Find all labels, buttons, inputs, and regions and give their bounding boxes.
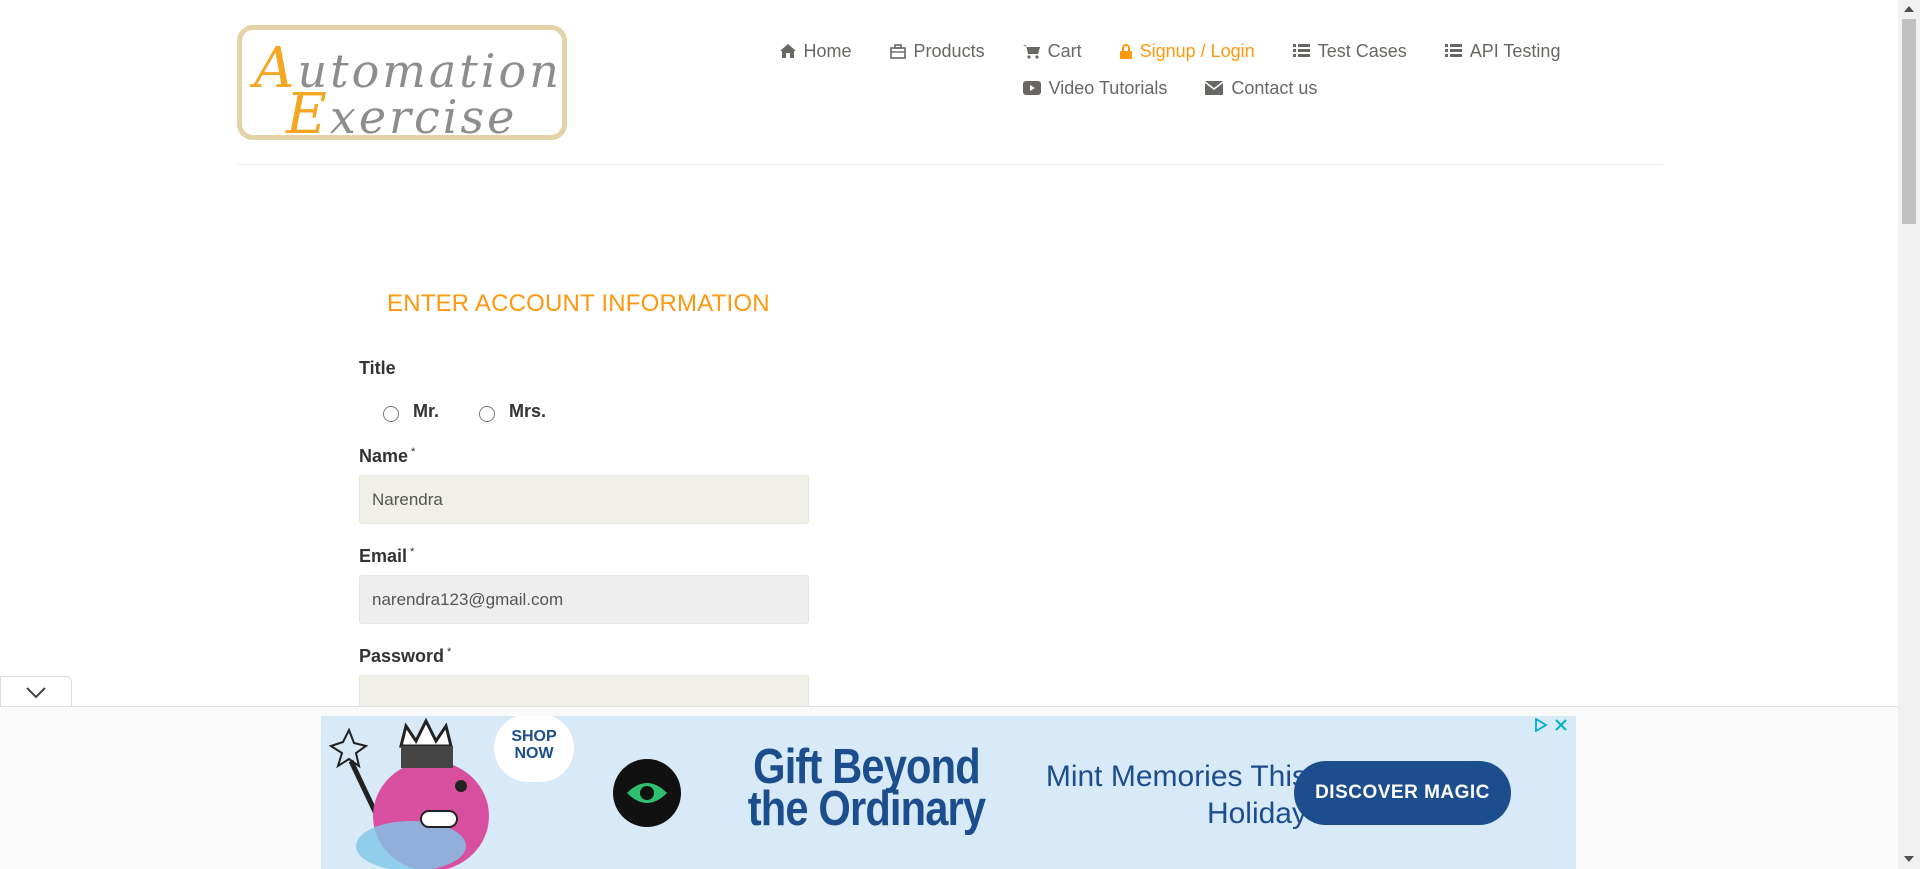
name-label: Name *: [359, 446, 415, 467]
form-title: ENTER ACCOUNT INFORMATION: [387, 290, 770, 317]
email-label-text: Email: [359, 546, 408, 566]
page-scrollbar[interactable]: [1898, 0, 1920, 869]
logo-line-2: Exercise: [286, 82, 518, 147]
adchoices-icon[interactable]: [1534, 718, 1548, 732]
nav-home-label: Home: [803, 40, 852, 61]
ad-subline: Mint Memories This Holiday: [1045, 760, 1307, 830]
envelope-icon: [1205, 81, 1224, 95]
nav-test-cases[interactable]: Test Cases: [1292, 40, 1407, 62]
youtube-icon: [1022, 81, 1041, 95]
required-mark: *: [410, 546, 415, 558]
site-logo[interactable]: Automation Exercise: [237, 25, 567, 147]
nav-cart-label: Cart: [1047, 40, 1082, 61]
nav-test-cases-label: Test Cases: [1317, 40, 1407, 61]
nav-api-testing-label: API Testing: [1469, 40, 1561, 61]
nav-products[interactable]: Products: [889, 40, 985, 62]
page: Automation Exercise Home Products Cart S…: [0, 0, 1920, 869]
nav-api-testing[interactable]: API Testing: [1444, 40, 1561, 62]
nav-cart[interactable]: Cart: [1022, 40, 1082, 62]
briefcase-icon: [889, 43, 906, 59]
ad-shop-now-badge[interactable]: SHOP NOW: [494, 716, 574, 782]
required-mark: *: [447, 646, 452, 658]
name-label-text: Name: [359, 446, 409, 466]
password-label: Password *: [359, 646, 451, 667]
title-radio-group: Mr. Mrs.: [383, 400, 586, 422]
scroll-thumb[interactable]: [1902, 19, 1916, 224]
main-nav: Home Products Cart Signup / Login Test C…: [720, 36, 1620, 110]
ad-headline: Gift Beyond the Ordinary: [747, 740, 986, 836]
nav-contact-us-label: Contact us: [1231, 77, 1318, 98]
header-divider: [237, 164, 1663, 165]
nav-contact-us[interactable]: Contact us: [1205, 78, 1317, 99]
email-input[interactable]: narendra123@gmail.com: [359, 575, 809, 624]
title-label: Title: [359, 358, 396, 378]
close-icon[interactable]: [1554, 718, 1568, 732]
email-label: Email *: [359, 546, 414, 567]
eye-icon: [627, 783, 667, 803]
scroll-up-arrow[interactable]: [1904, 6, 1914, 12]
ad-collapse-tab[interactable]: [0, 676, 72, 706]
ad-banner[interactable]: SHOP NOW Gift Beyond the Ordinary Mint M…: [321, 716, 1576, 869]
ad-cta-button[interactable]: DISCOVER MAGIC: [1294, 761, 1511, 825]
mascot-illustration: [328, 717, 489, 869]
radio-mr-label[interactable]: Mr.: [413, 401, 439, 422]
ad-eye-logo: [613, 759, 681, 827]
nav-video-tutorials-label: Video Tutorials: [1048, 77, 1168, 98]
nav-products-label: Products: [913, 40, 985, 61]
list-icon: [1292, 44, 1310, 57]
cart-icon: [1022, 44, 1040, 59]
password-label-text: Password: [359, 646, 445, 666]
radio-mrs-label[interactable]: Mrs.: [509, 401, 546, 422]
scroll-down-arrow[interactable]: [1904, 856, 1914, 862]
radio-mr[interactable]: [383, 406, 399, 422]
lock-icon: [1119, 43, 1132, 59]
home-icon: [779, 44, 796, 58]
required-mark: *: [411, 446, 416, 458]
name-input[interactable]: Narendra: [359, 475, 809, 524]
nav-video-tutorials[interactable]: Video Tutorials: [1022, 77, 1168, 99]
list-icon: [1444, 44, 1462, 57]
ad-controls: [1534, 718, 1568, 732]
password-input[interactable]: [359, 675, 809, 707]
nav-signup-login-label: Signup / Login: [1139, 40, 1255, 61]
nav-signup-login[interactable]: Signup / Login: [1119, 40, 1255, 62]
nav-home[interactable]: Home: [779, 40, 852, 62]
radio-mrs[interactable]: [479, 406, 496, 422]
chevron-down-icon: [26, 687, 46, 699]
